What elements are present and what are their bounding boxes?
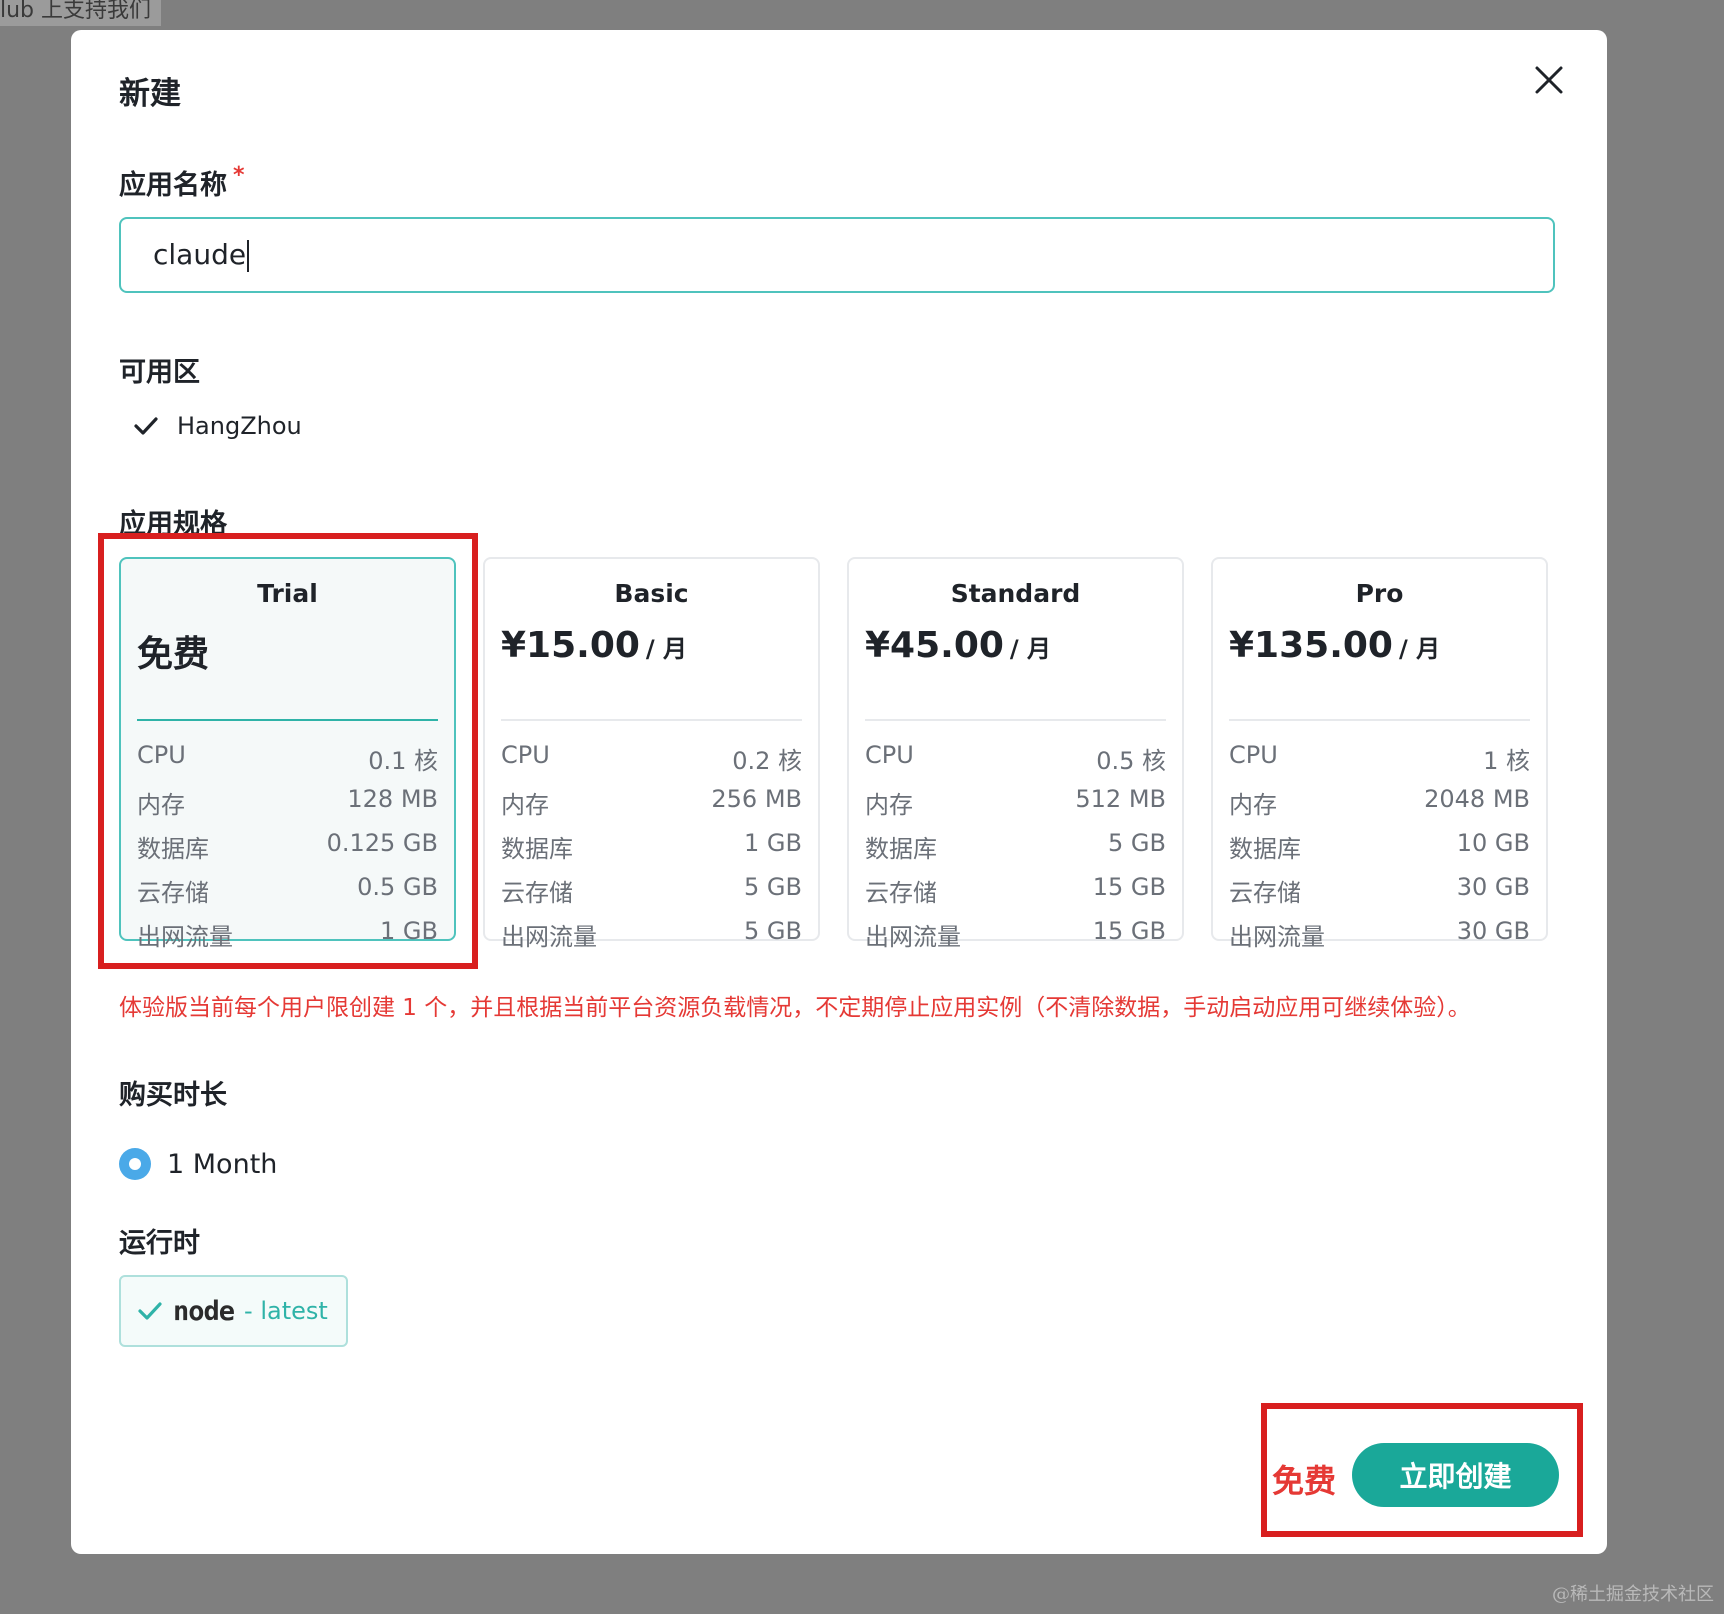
app-name-label-text: 应用名称	[119, 170, 227, 201]
app-name-value: claude	[153, 238, 247, 271]
spec-value: 5 GB	[1108, 829, 1166, 857]
node-logo: node	[173, 1295, 235, 1327]
runtime-label: 运行时	[119, 1228, 200, 1259]
spec-value: 0.2 核	[732, 747, 802, 775]
spec-value: 15 GB	[1092, 873, 1166, 901]
plan-spec-row: 内存 2048 MB	[1229, 785, 1530, 820]
plan-card-standard[interactable]: Standard ¥45.00/ 月 CPU 0.5 核内存 512 MB 数据库 5 GB…	[847, 557, 1184, 951]
plan-price: ¥15.00/ 月	[501, 625, 687, 666]
duration-value: 1 Month	[167, 1148, 278, 1180]
plan-price-value: ¥15.00	[501, 625, 640, 666]
plan-spec-row: CPU 1 核	[1229, 741, 1530, 776]
plan-divider	[865, 719, 1166, 721]
spec-value: 30 GB	[1456, 917, 1530, 945]
plan-spec-row: 云存储 5 GB	[501, 873, 802, 908]
plan-divider	[501, 719, 802, 721]
spec-key: 数据库	[501, 835, 573, 863]
spec-value: 30 GB	[1456, 873, 1530, 901]
plan-name: Basic	[614, 579, 689, 608]
zone-option[interactable]: HangZhou	[133, 412, 302, 440]
spec-key: 出网流量	[1229, 923, 1325, 951]
trial-warning: 体验版当前每个用户限创建 1 个，并且根据当前平台资源负载情况，不定期停止应用实…	[119, 995, 1471, 1021]
plan-spec-row: CPU 0.5 核	[865, 741, 1166, 776]
spec-key: 出网流量	[865, 923, 961, 951]
plan-spec-row: 数据库 10 GB	[1229, 829, 1530, 864]
plan-name: Pro	[1355, 579, 1404, 608]
spec-key: 内存	[1229, 791, 1277, 819]
plan-price-unit: / 月	[1009, 635, 1052, 663]
plan-spec-row: 出网流量 5 GB	[501, 917, 802, 952]
spec-key: 数据库	[1229, 835, 1301, 863]
runtime-option[interactable]: node - latest	[119, 1275, 348, 1347]
plan-divider	[1229, 719, 1530, 721]
spec-value: 5 GB	[744, 917, 802, 945]
plan-spec-row: 内存 256 MB	[501, 785, 802, 820]
plan-card-pro[interactable]: Pro ¥135.00/ 月 CPU 1 核内存 2048 MB 数据库 10 GB 云存储 3…	[1211, 557, 1548, 951]
runtime-version: - latest	[244, 1297, 328, 1325]
highlight-trial-box	[98, 533, 478, 969]
check-icon	[138, 1302, 162, 1320]
watermark: @稀土掘金技术社区	[1552, 1584, 1714, 1605]
spec-key: 云存储	[501, 879, 573, 907]
plan-spec-row: 出网流量 15 GB	[865, 917, 1166, 952]
zone-label: 可用区	[119, 357, 200, 388]
plan-spec-row: 内存 512 MB	[865, 785, 1166, 820]
zone-value: HangZhou	[177, 412, 302, 440]
plan-spec-row: 云存储 30 GB	[1229, 873, 1530, 908]
plan-spec-row: 数据库 1 GB	[501, 829, 802, 864]
spec-key: 数据库	[865, 835, 937, 863]
highlight-create-box	[1261, 1403, 1583, 1537]
plan-price: ¥135.00/ 月	[1229, 625, 1440, 666]
spec-value: 0.5 核	[1096, 747, 1166, 775]
plan-spec-row: 云存储 15 GB	[865, 873, 1166, 908]
spec-value: 10 GB	[1456, 829, 1530, 857]
spec-value: 256 MB	[711, 785, 802, 813]
spec-value: 1 GB	[744, 829, 802, 857]
spec-key: 云存储	[865, 879, 937, 907]
duration-option[interactable]: 1 Month	[119, 1148, 277, 1180]
plan-price-unit: / 月	[645, 635, 688, 663]
spec-key: CPU	[501, 741, 550, 769]
spec-key: CPU	[1229, 741, 1278, 769]
spec-key: 出网流量	[501, 923, 597, 951]
plan-card-basic[interactable]: Basic ¥15.00/ 月 CPU 0.2 核内存 256 MB 数据库 1 GB 云存储…	[483, 557, 820, 951]
spec-value: 2048 MB	[1424, 785, 1530, 813]
plan-spec-row: 出网流量 30 GB	[1229, 917, 1530, 952]
required-mark: *	[233, 163, 245, 188]
app-name-input[interactable]: claude	[119, 217, 1555, 293]
spec-key: CPU	[865, 741, 914, 769]
spec-value: 1 核	[1483, 747, 1530, 775]
text-caret	[247, 240, 250, 272]
plan-name: Standard	[950, 579, 1081, 608]
plan-price-unit: / 月	[1398, 635, 1441, 663]
radio-selected[interactable]	[119, 1148, 151, 1180]
plan-price: ¥45.00/ 月	[865, 625, 1051, 666]
app-name-label: 应用名称 *	[119, 163, 245, 202]
plan-spec-row: CPU 0.2 核	[501, 741, 802, 776]
spec-key: 内存	[865, 791, 913, 819]
plan-price-value: ¥45.00	[865, 625, 1004, 666]
modal-title: 新建	[119, 76, 181, 112]
duration-label: 购买时长	[119, 1080, 227, 1111]
spec-value: 5 GB	[744, 873, 802, 901]
background-text: lub 上支持我们	[0, 0, 162, 26]
spec-value: 15 GB	[1092, 917, 1166, 945]
plan-price-value: ¥135.00	[1229, 625, 1393, 666]
spec-key: 内存	[501, 791, 549, 819]
close-icon[interactable]	[1529, 60, 1569, 100]
plan-spec-row: 数据库 5 GB	[865, 829, 1166, 864]
spec-key: 云存储	[1229, 879, 1301, 907]
check-icon	[134, 417, 158, 435]
spec-value: 512 MB	[1075, 785, 1166, 813]
